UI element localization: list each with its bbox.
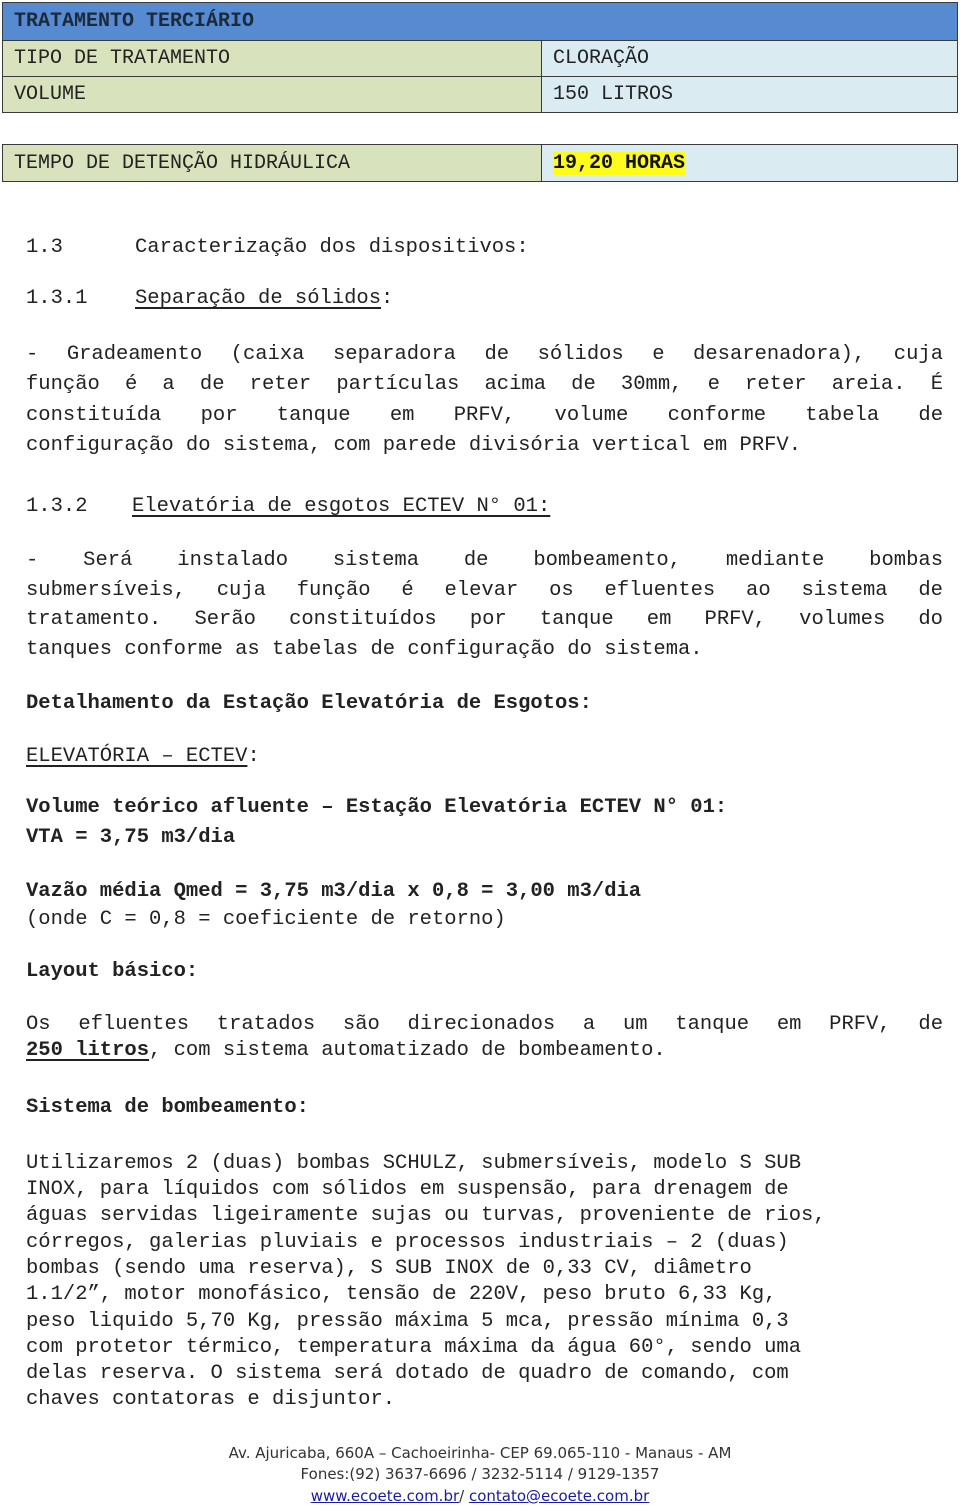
footer-phones: Fones:(92) 3637-6696 / 3232-5114 / 9129-… <box>300 1465 660 1483</box>
detention-time-table: TEMPO DE DETENÇÃO HIDRÁULICA 19,20 HORAS <box>2 144 958 182</box>
coefficient-note: (onde C = 0,8 = coeficiente de retorno) <box>26 908 506 931</box>
subsection-heading: 1.3.1 Separação de sólidos: <box>26 287 393 310</box>
highlighted-value: 19,20 HORAS <box>553 151 686 175</box>
website-link[interactable]: www.ecoete.com.br <box>311 1487 459 1505</box>
section-number: 1.3.1 <box>26 287 88 310</box>
paragraph-line: configuração do sistema, com parede divi… <box>26 434 802 457</box>
table-row: TIPO DE TRATAMENTO CLORAÇÃO <box>3 40 957 76</box>
subsection-heading: 1.3.2 Elevatória de esgotos ECTEV N° 01: <box>26 495 550 518</box>
paragraph-line: chaves contatoras e disjuntor. <box>26 1388 396 1411</box>
section-number: 1.3 <box>26 236 63 259</box>
layout-heading: Layout básico: <box>26 960 199 983</box>
paragraph-line: 1.1/2”, motor monofásico, tensão de 220V… <box>26 1283 777 1306</box>
line-rest: , com sistema automatizado de bombeament… <box>149 1039 666 1062</box>
pumping-heading: Sistema de bombeamento: <box>26 1096 309 1119</box>
link-separator: / <box>459 1487 469 1505</box>
table-row: TEMPO DE DETENÇÃO HIDRÁULICA 19,20 HORAS <box>3 145 957 181</box>
detail-subheading: ELEVATÓRIA – ECTEV: <box>26 745 260 768</box>
volume-title: Volume teórico afluente – Estação Elevat… <box>26 796 728 819</box>
treatment-table: TRATAMENTO TERCIÁRIO TIPO DE TRATAMENTO … <box>2 2 958 113</box>
table-header-row: TRATAMENTO TERCIÁRIO <box>3 3 957 40</box>
paragraph-line: Utilizaremos 2 (duas) bombas SCHULZ, sub… <box>26 1152 802 1175</box>
table-row: VOLUME 150 LITROS <box>3 76 957 112</box>
paragraph-line: 250 litros, com sistema automatizado de … <box>26 1039 666 1062</box>
vta-formula: VTA = 3,75 m3/dia <box>26 826 236 849</box>
row-value: CLORAÇÃO <box>542 41 957 76</box>
paragraph-line: submersíveis, cuja função é elevar os ef… <box>26 579 943 602</box>
paragraph-line: constituída por tanque em PRFV, volume c… <box>26 404 943 427</box>
colon: : <box>381 287 394 310</box>
detail-heading: Detalhamento da Estação Elevatória de Es… <box>26 692 592 715</box>
flow-formula: Vazão média Qmed = 3,75 m3/dia x 0,8 = 3… <box>26 880 642 903</box>
row-value: 19,20 HORAS <box>542 145 957 181</box>
footer-address: Av. Ajuricaba, 660A – Cachoeirinha- CEP … <box>228 1444 732 1462</box>
paragraph-line: águas servidas ligeiramente sujas ou tur… <box>26 1204 826 1227</box>
row-label: TIPO DE TRATAMENTO <box>3 41 542 76</box>
paragraph-line: peso liquido 5,70 Kg, pressão máxima 5 m… <box>26 1310 789 1333</box>
footer-links: www.ecoete.com.br/ contato@ecoete.com.br <box>0 1487 960 1505</box>
section-number: 1.3.2 <box>26 495 88 518</box>
paragraph-line: córregos, galerias pluviais e processos … <box>26 1231 789 1254</box>
tank-volume: 250 litros <box>26 1039 150 1062</box>
section-heading: 1.3 Caracterização dos dispositivos: <box>26 236 529 259</box>
email-link[interactable]: contato@ecoete.com.br <box>469 1487 649 1505</box>
paragraph-line: com protetor térmico, temperatura máxima… <box>26 1336 802 1359</box>
subheading-text: ELEVATÓRIA – ECTEV <box>26 745 248 768</box>
colon: : <box>247 745 260 768</box>
section-title: Separação de sólidos <box>135 287 382 310</box>
paragraph-line: tratamento. Serão constituídos por tanqu… <box>26 608 943 631</box>
paragraph-line: tanques conforme as tabelas de configura… <box>26 638 703 661</box>
row-label: TEMPO DE DETENÇÃO HIDRÁULICA <box>3 145 542 181</box>
paragraph-line: Os efluentes tratados são direcionados a… <box>26 1013 943 1036</box>
paragraph-line: - Gradeamento (caixa separadora de sólid… <box>26 343 943 366</box>
section-title: Elevatória de esgotos ECTEV N° 01: <box>132 495 551 518</box>
paragraph-line: delas reserva. O sistema será dotado de … <box>26 1362 789 1385</box>
paragraph-line: função é a de reter partículas acima de … <box>26 373 943 396</box>
row-label: VOLUME <box>3 77 542 112</box>
paragraph-line: INOX, para líquidos com sólidos em suspe… <box>26 1178 789 1201</box>
paragraph-line: bombas (sendo uma reserva), S SUB INOX d… <box>26 1257 752 1280</box>
row-value: 150 LITROS <box>542 77 957 112</box>
table-header: TRATAMENTO TERCIÁRIO <box>3 3 957 40</box>
section-title: Caracterização dos dispositivos: <box>135 236 529 259</box>
paragraph-line: - Será instalado sistema de bombeamento,… <box>26 549 943 572</box>
